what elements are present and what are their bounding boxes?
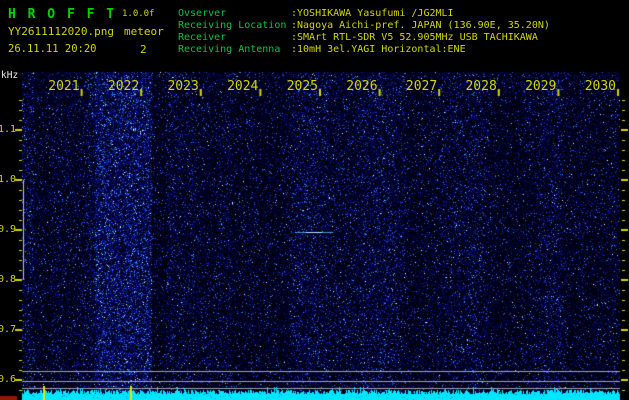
freq-tick-label: 1.0 (0, 174, 16, 185)
freq-tick-label: 0.7 (0, 324, 16, 335)
station-info-label: Receiver (178, 32, 291, 44)
time-tick-label: 2028 (465, 79, 496, 94)
freq-tick-label: 0.9 (0, 224, 16, 235)
station-info-row: Receiving Location:Nagoya Aichi-pref. JA… (178, 20, 550, 32)
freq-tick-label: 0.8 (0, 274, 16, 285)
output-filename: YY2611112020.png (8, 25, 114, 38)
time-tick-label: 2027 (406, 79, 437, 94)
time-tick-label: 2026 (346, 79, 377, 94)
date-time: 26.11.11 20:20 (8, 43, 97, 55)
time-tick-label: 2022 (108, 79, 139, 94)
freq-tick-label: 1.1 (0, 124, 16, 135)
station-info-block: Ovserver:YOSHIKAWA Yasufumi /JG2MLI Recei… (178, 8, 550, 56)
station-info-row: Receiver:SMArt RTL-SDR V5 52.905MHz USB … (178, 32, 550, 44)
app-version: 1.0.0f (122, 9, 155, 19)
station-info-row: Receiving Antenna:10mH 3el.YAGI Horizont… (178, 44, 550, 56)
station-info-row: Ovserver:YOSHIKAWA Yasufumi /JG2MLI (178, 8, 550, 20)
time-tick-label: 2023 (167, 79, 198, 94)
time-tick-label: 2021 (48, 79, 79, 94)
time-tick-label: 2029 (525, 79, 556, 94)
meteor-count: 2 (140, 43, 147, 56)
station-info-value: :YOSHIKAWA Yasufumi /JG2MLI (291, 8, 454, 19)
station-info-value: :Nagoya Aichi-pref. JAPAN (136.90E, 35.2… (291, 20, 550, 31)
freq-axis-unit: kHz (1, 70, 18, 81)
station-info-label: Ovserver (178, 8, 291, 20)
station-info-label: Receiving Antenna (178, 44, 291, 56)
mode-label: meteor (124, 25, 164, 38)
station-info-value: :10mH 3el.YAGI Horizontal:ENE (291, 44, 466, 55)
time-tick-label: 2030 (585, 79, 616, 94)
app-title: H R O F F T (8, 7, 116, 22)
station-info-value: :SMArt RTL-SDR V5 52.905MHz USB TACHIKAW… (291, 32, 538, 43)
station-info-label: Receiving Location (178, 20, 291, 32)
hrofft-screenshot: { "app": { "title": "H R O F F T", "vers… (0, 0, 629, 400)
freq-tick-label: 0.6 (0, 374, 16, 385)
time-tick-label: 2025 (287, 79, 318, 94)
time-tick-label: 2024 (227, 79, 258, 94)
spectrogram-canvas (0, 0, 629, 400)
